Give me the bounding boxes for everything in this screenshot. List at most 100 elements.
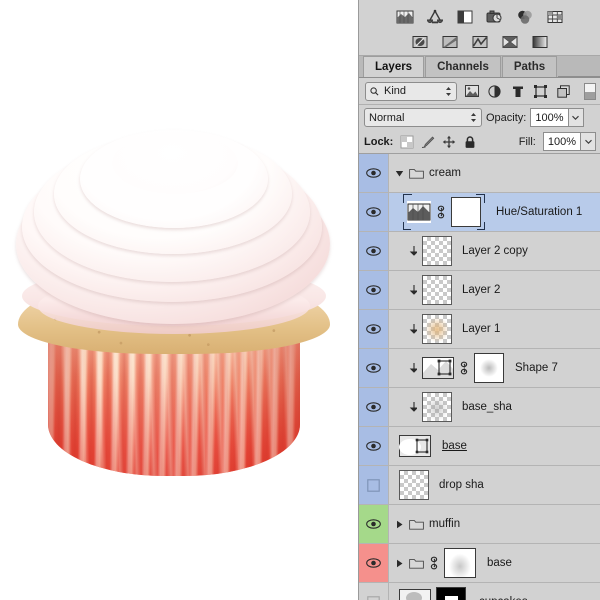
tab-channels[interactable]: Channels: [425, 56, 501, 77]
layer-thumbnail[interactable]: [399, 470, 429, 500]
link-mask-icon[interactable]: [436, 205, 446, 219]
visibility-toggle-layer-2-copy[interactable]: [359, 232, 389, 270]
layer-row-layer-2-copy[interactable]: Layer 2 copy: [359, 232, 600, 271]
layer-name-drop-sha[interactable]: drop sha: [439, 479, 484, 491]
hue-saturation-icon[interactable]: [516, 9, 534, 25]
layer-row-drop-sha[interactable]: drop sha: [359, 466, 600, 505]
layer-row-base-group[interactable]: base: [359, 544, 600, 583]
layer-name-layer-2[interactable]: Layer 2: [462, 284, 500, 296]
visibility-toggle-cream[interactable]: [359, 154, 389, 192]
lock-image-pixels-icon[interactable]: [421, 135, 435, 149]
filter-shape-layers-button[interactable]: [532, 83, 549, 100]
opacity-control[interactable]: 100%: [530, 108, 584, 127]
layer-body-shape-7[interactable]: Shape 7: [389, 349, 600, 387]
layer-row-hue-saturation-1[interactable]: Hue/Saturation 1: [359, 193, 600, 232]
layer-name-base-shape[interactable]: base: [442, 440, 467, 452]
layer-row-layer-2[interactable]: Layer 2: [359, 271, 600, 310]
layer-row-cupcakes[interactable]: cupcakes: [359, 583, 600, 600]
layer-body-hue-saturation-1[interactable]: Hue/Saturation 1: [389, 193, 600, 231]
layer-body-drop-sha[interactable]: drop sha: [389, 466, 600, 504]
cupcake-photo-thumbnail[interactable]: [399, 589, 431, 600]
gradient-map-icon[interactable]: [531, 34, 549, 50]
fill-control[interactable]: 100%: [542, 132, 596, 151]
visibility-toggle-layer-2[interactable]: [359, 271, 389, 309]
layer-name-base-sha[interactable]: base_sha: [462, 401, 512, 413]
layer-row-muffin[interactable]: muffin: [359, 505, 600, 544]
chevron-right-icon[interactable]: [395, 520, 404, 529]
layer-body-layer-2[interactable]: Layer 2: [389, 271, 600, 309]
layer-name-shape-7[interactable]: Shape 7: [515, 362, 558, 374]
visibility-toggle-cupcakes[interactable]: [359, 583, 389, 600]
filter-kind-select[interactable]: Kind: [365, 81, 457, 101]
visibility-toggle-muffin[interactable]: [359, 505, 389, 543]
group-mask-thumbnail[interactable]: [444, 548, 476, 578]
filter-adjustment-layers-button[interactable]: [486, 83, 503, 100]
layer-thumbnail[interactable]: [422, 314, 452, 344]
brightness-contrast-icon[interactable]: [456, 9, 474, 25]
filter-smart-object-button[interactable]: [555, 83, 572, 100]
layer-name-hue-saturation-1[interactable]: Hue/Saturation 1: [496, 206, 582, 218]
up-down-arrows-icon[interactable]: [445, 86, 452, 97]
layer-name-cupcakes[interactable]: cupcakes: [479, 596, 528, 600]
filter-pixel-layers-button[interactable]: [463, 83, 480, 100]
layer-row-base-shape[interactable]: base: [359, 427, 600, 466]
layer-name-cream[interactable]: cream: [429, 167, 461, 179]
blend-mode-select[interactable]: Normal: [364, 108, 482, 127]
levels-icon[interactable]: [396, 9, 414, 25]
fill-stepper[interactable]: [581, 132, 596, 151]
opacity-value[interactable]: 100%: [530, 108, 569, 127]
tab-paths[interactable]: Paths: [501, 56, 558, 77]
layer-thumbnail[interactable]: [422, 275, 452, 305]
visibility-toggle-base-shape[interactable]: [359, 427, 389, 465]
chevron-down-icon[interactable]: [395, 169, 404, 178]
visibility-toggle-shape-7[interactable]: [359, 349, 389, 387]
fill-value[interactable]: 100%: [542, 132, 581, 151]
photo-filter-icon[interactable]: [441, 34, 459, 50]
layer-body-cream[interactable]: cream: [389, 154, 600, 192]
exposure-icon[interactable]: [486, 9, 504, 25]
layer-mask-thumbnail-black[interactable]: [436, 587, 466, 600]
layer-row-cream[interactable]: cream: [359, 154, 600, 193]
color-balance-icon[interactable]: [546, 9, 564, 25]
layer-name-layer-2-copy[interactable]: Layer 2 copy: [462, 245, 528, 257]
black-white-icon[interactable]: [411, 34, 429, 50]
shape-white-thumbnail[interactable]: [399, 435, 431, 457]
layer-body-muffin[interactable]: muffin: [389, 505, 600, 543]
layer-body-layer-2-copy[interactable]: Layer 2 copy: [389, 232, 600, 270]
shape-vector-thumbnail[interactable]: [422, 357, 454, 379]
layer-name-base-group[interactable]: base: [487, 557, 512, 569]
opacity-stepper[interactable]: [568, 108, 584, 127]
layer-name-layer-1[interactable]: Layer 1: [462, 323, 500, 335]
layer-thumbnail[interactable]: [422, 392, 452, 422]
layer-body-base-shape[interactable]: base: [389, 427, 600, 465]
curves-icon[interactable]: [426, 9, 444, 25]
filter-enable-toggle[interactable]: [584, 82, 596, 100]
lock-all-icon[interactable]: [463, 135, 477, 149]
link-mask-icon[interactable]: [459, 361, 469, 375]
visibility-toggle-drop-sha[interactable]: [359, 466, 389, 504]
visibility-toggle-layer-1[interactable]: [359, 310, 389, 348]
invert-icon[interactable]: [501, 34, 519, 50]
tab-layers[interactable]: Layers: [363, 56, 425, 77]
visibility-toggle-base-sha[interactable]: [359, 388, 389, 426]
levels-adjustment-thumbnail[interactable]: [407, 201, 431, 223]
layer-name-muffin[interactable]: muffin: [429, 518, 460, 530]
lock-position-icon[interactable]: [442, 135, 456, 149]
vector-mask-thumbnail[interactable]: [474, 353, 504, 383]
chevron-right-icon[interactable]: [395, 559, 404, 568]
visibility-toggle-hue-saturation-1[interactable]: [359, 193, 389, 231]
layer-body-base-sha[interactable]: base_sha: [389, 388, 600, 426]
channel-mixer-icon[interactable]: [471, 34, 489, 50]
layer-row-shape-7[interactable]: Shape 7: [359, 349, 600, 388]
layer-thumbnail[interactable]: [422, 236, 452, 266]
link-mask-icon[interactable]: [429, 556, 439, 570]
layer-body-cupcakes[interactable]: cupcakes: [389, 583, 600, 600]
filter-type-layers-button[interactable]: [509, 83, 526, 100]
lock-transparent-pixels-icon[interactable]: [400, 135, 414, 149]
layer-row-base-sha[interactable]: base_sha: [359, 388, 600, 427]
layer-body-base-group[interactable]: base: [389, 544, 600, 582]
layer-body-layer-1[interactable]: Layer 1: [389, 310, 600, 348]
up-down-arrows-icon[interactable]: [470, 112, 477, 123]
layer-row-layer-1[interactable]: Layer 1: [359, 310, 600, 349]
visibility-toggle-base-group[interactable]: [359, 544, 389, 582]
